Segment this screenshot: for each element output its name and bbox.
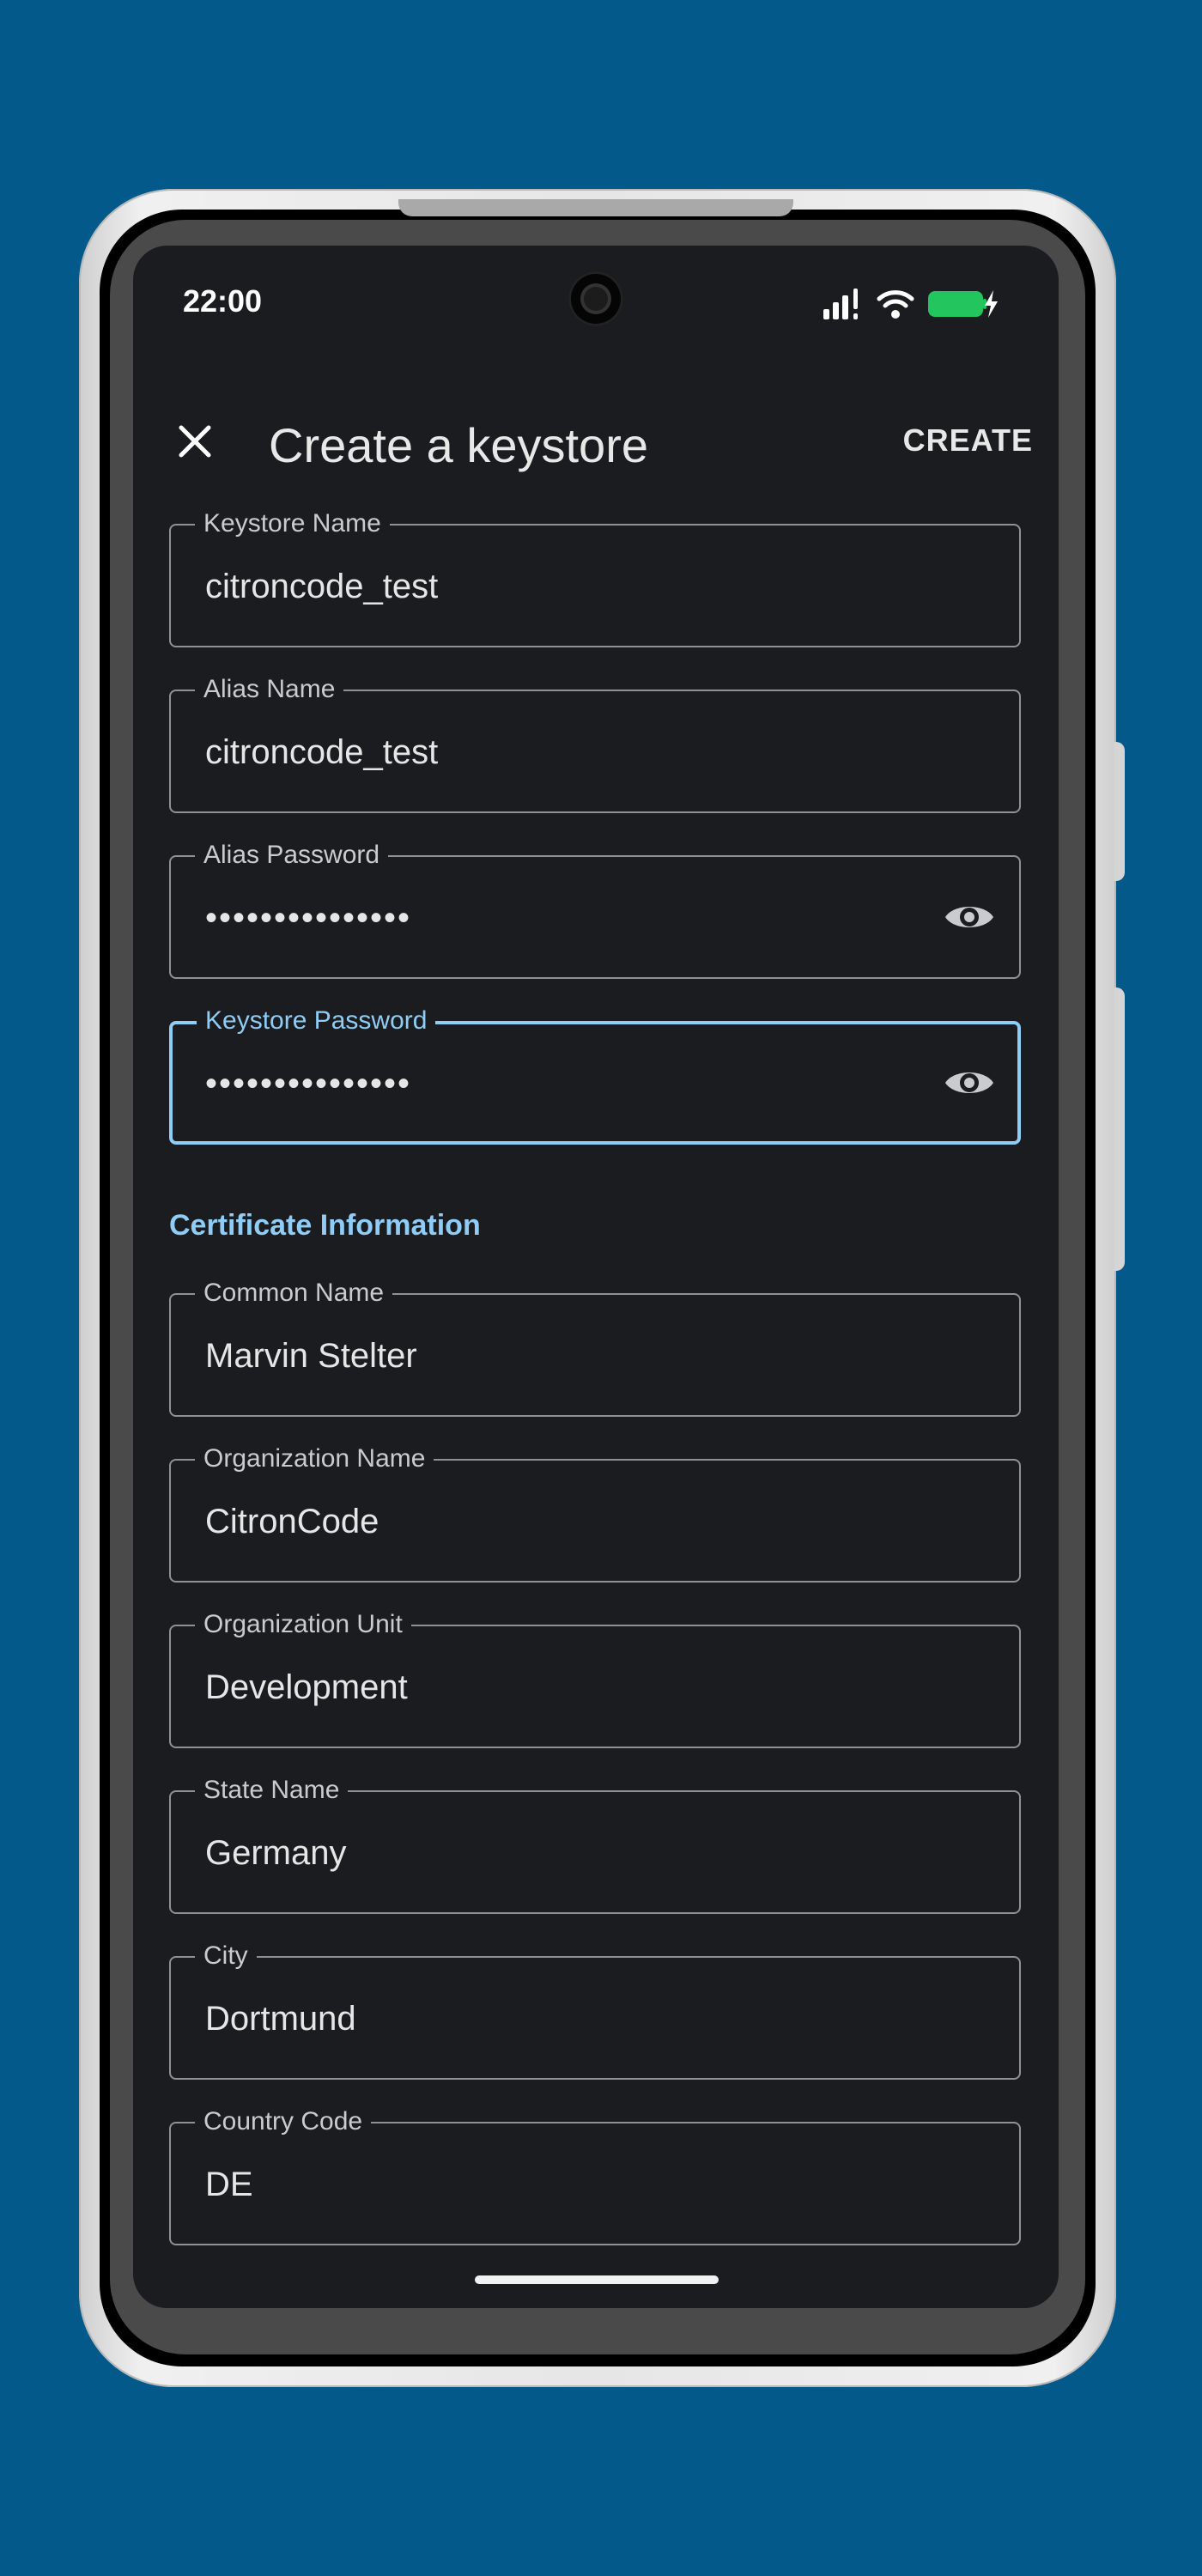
field-value: citroncode_test (205, 568, 439, 605)
field-value: Marvin Stelter (205, 1337, 417, 1375)
keystore-name-field[interactable]: Keystore Name citroncode_test (169, 508, 1021, 647)
common-name-field[interactable]: Common Name Marvin Stelter (169, 1278, 1021, 1417)
alias-name-field[interactable]: Alias Name citroncode_test (169, 674, 1021, 813)
field-label: Keystore Password (197, 1005, 436, 1036)
home-indicator[interactable] (475, 2275, 719, 2284)
field-label: Alias Name (195, 674, 344, 705)
close-icon (178, 424, 212, 463)
field-label: State Name (195, 1775, 349, 1806)
eye-icon (944, 1066, 995, 1104)
field-value: citroncode_test (205, 733, 439, 771)
status-time: 22:00 (183, 283, 263, 319)
field-value: ••••••••••••••• (205, 1065, 412, 1103)
speaker-grille (398, 199, 793, 216)
field-label: Country Code (195, 2106, 372, 2137)
signal-icon (823, 288, 863, 324)
toggle-visibility-button[interactable] (942, 891, 997, 946)
field-label: City (195, 1941, 257, 1971)
field-value: Dortmund (205, 2000, 356, 2038)
page-title: Create a keystore (269, 418, 648, 472)
volume-button (1114, 987, 1125, 1271)
wifi-icon (877, 289, 914, 323)
field-label: Common Name (195, 1278, 393, 1309)
field-value: Development (205, 1668, 408, 1706)
field-value: Germany (205, 1834, 347, 1872)
create-button[interactable]: CREATE (903, 422, 1033, 459)
field-label: Organization Name (195, 1443, 434, 1474)
country-code-field[interactable]: Country Code DE (169, 2106, 1021, 2245)
keystore-password-field[interactable]: Keystore Password ••••••••••••••• (169, 1005, 1021, 1145)
power-button (1114, 742, 1125, 881)
field-label: Alias Password (195, 840, 389, 871)
field-value: CitronCode (205, 1503, 379, 1540)
battery-charging-icon (928, 289, 999, 323)
organization-unit-field[interactable]: Organization Unit Development (169, 1609, 1021, 1748)
toggle-visibility-button[interactable] (942, 1057, 997, 1112)
section-title: Certificate Information (169, 1209, 481, 1242)
state-name-field[interactable]: State Name Germany (169, 1775, 1021, 1914)
city-field[interactable]: City Dortmund (169, 1941, 1021, 2080)
field-label: Organization Unit (195, 1609, 411, 1640)
front-camera (568, 271, 623, 326)
field-value: DE (205, 2166, 253, 2203)
alias-password-field[interactable]: Alias Password ••••••••••••••• (169, 840, 1021, 979)
status-icons (823, 288, 999, 324)
app-bar: Create a keystore CREATE (133, 392, 1059, 495)
eye-icon (944, 900, 995, 939)
close-button[interactable] (167, 416, 222, 471)
phone-screen: 22:00 Create a keystore CREATE Keystore … (133, 246, 1059, 2308)
field-value: ••••••••••••••• (205, 899, 412, 937)
field-label: Keystore Name (195, 508, 390, 539)
organization-name-field[interactable]: Organization Name CitronCode (169, 1443, 1021, 1583)
